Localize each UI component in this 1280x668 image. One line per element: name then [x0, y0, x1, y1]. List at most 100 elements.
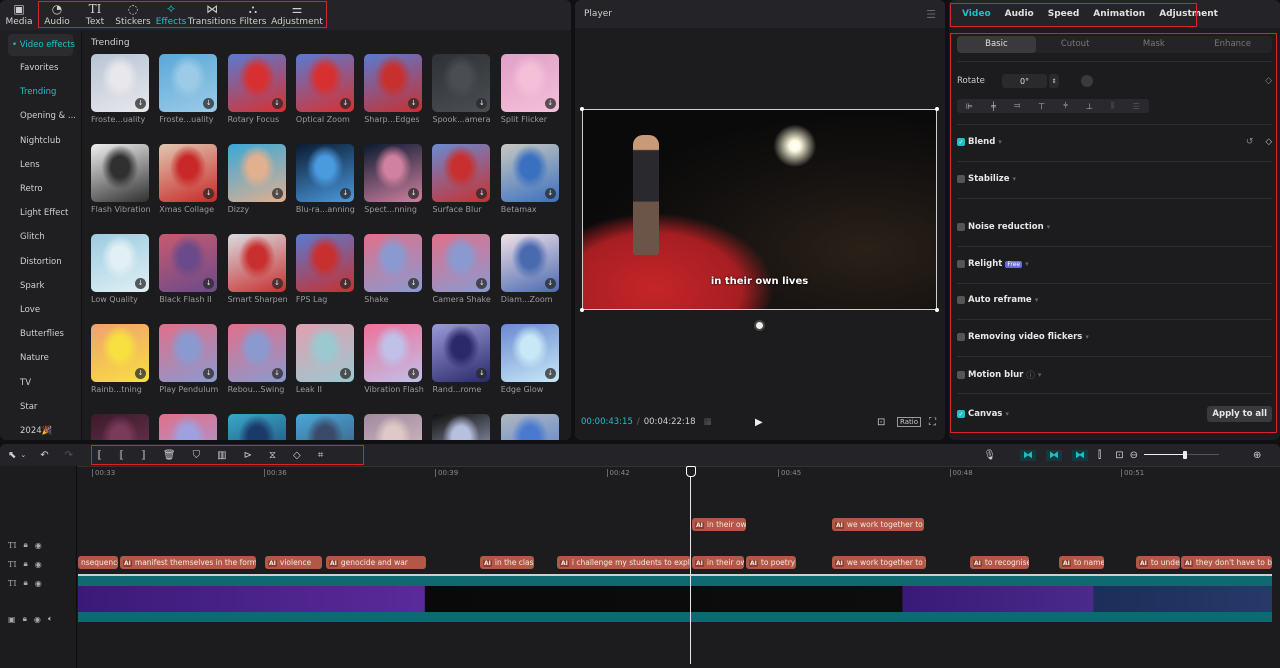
- category-item[interactable]: Butterflies: [0, 322, 81, 346]
- tool-filters[interactable]: ⛬ Filters: [234, 0, 272, 30]
- tab-speed[interactable]: Speed: [1041, 9, 1087, 19]
- chevron-down-icon[interactable]: ▾: [998, 138, 1002, 146]
- effect-card[interactable]: ↓ Sharp...Edges: [364, 54, 423, 124]
- delete-icon[interactable]: 🗑: [163, 450, 176, 461]
- video-preview[interactable]: in their own lives: [582, 109, 937, 310]
- text-clip[interactable]: AI they don't have to be: [1181, 556, 1272, 569]
- effect-card[interactable]: ↓ Diam...Zoom: [500, 234, 559, 304]
- text-clip[interactable]: AI to name: [1059, 556, 1104, 569]
- download-icon[interactable]: ↓: [544, 278, 556, 289]
- select-tool-icon[interactable]: ⬉: [8, 450, 16, 461]
- subtab-basic[interactable]: Basic: [957, 36, 1036, 53]
- magnet-icon[interactable]: ⧓: [1046, 449, 1063, 461]
- download-icon[interactable]: ↓: [271, 188, 283, 199]
- info-icon[interactable]: ⓘ: [1026, 369, 1035, 381]
- effect-card[interactable]: ↓ Vibration Flash: [364, 324, 424, 394]
- apply-to-all-button[interactable]: Apply to all: [1207, 406, 1272, 422]
- subtab-mask[interactable]: Mask: [1115, 36, 1194, 53]
- checkbox[interactable]: ✓: [957, 410, 965, 418]
- subtab-enhance[interactable]: Enhance: [1193, 36, 1272, 53]
- download-icon[interactable]: ↓: [339, 98, 351, 109]
- resize-handle[interactable]: [580, 107, 584, 111]
- text-clip[interactable]: AI genocide and war: [326, 556, 426, 569]
- subtab-cutout[interactable]: Cutout: [1036, 36, 1115, 53]
- chevron-down-icon[interactable]: ▾: [1047, 223, 1051, 231]
- eye-icon[interactable]: ◉: [34, 615, 41, 624]
- keyframe-icon[interactable]: ◇: [1265, 137, 1272, 147]
- category-item[interactable]: Love: [0, 298, 81, 322]
- download-icon[interactable]: ↓: [408, 188, 420, 199]
- crop-icon[interactable]: ⌗: [318, 450, 324, 461]
- tool-audio[interactable]: ◔ Audio: [38, 0, 76, 30]
- text-clip[interactable]: nsequence: [78, 556, 118, 569]
- checkbox[interactable]: [957, 260, 965, 268]
- effect-card[interactable]: ↓ Rotary Focus: [227, 54, 286, 124]
- undo-icon[interactable]: ↶: [40, 450, 48, 461]
- effect-card[interactable]: ↓ Spect...nning: [364, 144, 423, 214]
- effect-card[interactable]: ↓ Surface Blur: [432, 144, 491, 214]
- marker-icon[interactable]: ⛉: [193, 450, 201, 461]
- split-left-icon[interactable]: ⟦: [119, 450, 124, 461]
- text-clip[interactable]: AI to under: [1136, 556, 1180, 569]
- checkbox[interactable]: [957, 223, 965, 231]
- section-label[interactable]: Relight: [968, 259, 1002, 269]
- lock-icon[interactable]: 🔒︎: [23, 614, 27, 624]
- checkbox[interactable]: [957, 296, 965, 304]
- category-item[interactable]: Nightclub: [0, 129, 81, 153]
- menu-icon[interactable]: ☰: [926, 8, 936, 21]
- download-icon[interactable]: ↓: [203, 188, 215, 199]
- tab-animation[interactable]: Animation: [1086, 9, 1152, 19]
- section-label[interactable]: Removing video flickers: [968, 332, 1082, 342]
- align-center-icon[interactable]: ╪: [991, 102, 996, 111]
- download-icon[interactable]: ↓: [271, 98, 283, 109]
- effect-card[interactable]: ↓ Dizzy: [227, 144, 286, 214]
- effect-card[interactable]: ↓TV Col... Lines: [500, 414, 559, 440]
- reset-icon[interactable]: ↺: [1246, 137, 1254, 147]
- text-clip[interactable]: AI i challenge my students to explore: [557, 556, 691, 569]
- align-middle-icon[interactable]: ⫩: [1063, 101, 1068, 111]
- effect-card[interactable]: ↓Strobe: [159, 414, 218, 440]
- effect-card[interactable]: ↓ Shake: [364, 234, 423, 304]
- timecode-grid-icon[interactable]: ▦: [704, 417, 712, 427]
- effect-card[interactable]: ↓ FPS Lag: [295, 234, 354, 304]
- download-icon[interactable]: ↓: [135, 368, 146, 379]
- text-clip[interactable]: AI in the class: [480, 556, 534, 569]
- chevron-down-icon[interactable]: ▾: [1038, 371, 1042, 379]
- effect-card[interactable]: ↓Black Flash: [91, 414, 149, 440]
- preview-icon[interactable]: ⊡: [1115, 450, 1123, 461]
- rotate-input[interactable]: 0°: [1002, 74, 1047, 88]
- download-icon[interactable]: ↓: [408, 368, 420, 379]
- chevron-down-icon[interactable]: ▾: [1005, 410, 1009, 418]
- chevron-down-icon[interactable]: ▾: [1085, 333, 1089, 341]
- section-label[interactable]: Auto reframe: [968, 295, 1032, 305]
- category-item[interactable]: Lens: [0, 153, 81, 177]
- download-icon[interactable]: ↓: [544, 188, 556, 199]
- download-icon[interactable]: ↓: [203, 98, 215, 109]
- tool-text[interactable]: TI Text: [76, 0, 114, 30]
- download-icon[interactable]: ↓: [476, 278, 488, 289]
- tool-transitions[interactable]: ⋈ Transitions: [188, 0, 236, 30]
- download-icon[interactable]: ↓: [408, 278, 420, 289]
- audio-icon[interactable]: 🔈︎: [48, 614, 53, 624]
- text-clip[interactable]: AI we work together to fil: [832, 556, 926, 569]
- text-clip[interactable]: AI manifest themselves in the form of: [120, 556, 256, 569]
- fit-screen-icon[interactable]: ⊡: [877, 417, 885, 428]
- effect-card[interactable]: ↓ Blu-ra...anning: [295, 144, 355, 214]
- category-item[interactable]: Favorites: [0, 56, 81, 80]
- category-item[interactable]: Trending: [0, 80, 81, 104]
- download-icon[interactable]: ↓: [476, 188, 488, 199]
- checkbox[interactable]: [957, 371, 965, 379]
- resize-handle[interactable]: [935, 107, 939, 111]
- checkbox[interactable]: ✓: [957, 138, 965, 146]
- rotate-stepper[interactable]: ⇕: [1049, 74, 1059, 88]
- text-clip[interactable]: AI to poetry: [746, 556, 796, 569]
- effect-card[interactable]: ↓ Leak II: [295, 324, 354, 394]
- microphone-icon[interactable]: 🎙: [983, 450, 996, 461]
- rotate-icon[interactable]: ◇: [293, 450, 301, 461]
- download-icon[interactable]: ↓: [135, 98, 146, 109]
- freeze-icon[interactable]: ▥: [217, 450, 226, 461]
- effect-card[interactable]: ↓ Smart Sharpen: [227, 234, 288, 304]
- zoom-slider-knob[interactable]: [1183, 451, 1188, 459]
- rotate-dial[interactable]: [1081, 75, 1093, 87]
- checkbox[interactable]: [957, 333, 965, 341]
